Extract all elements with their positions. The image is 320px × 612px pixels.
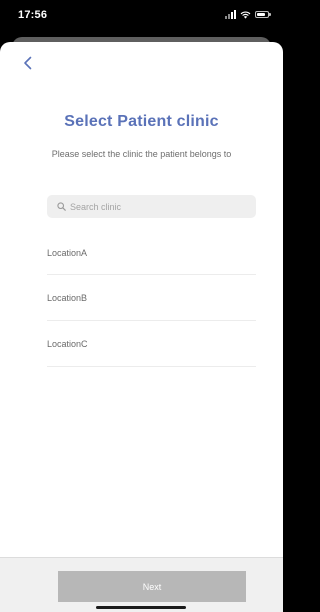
page-title: Select Patient clinic xyxy=(64,113,219,130)
status-icons xyxy=(225,9,271,20)
back-button[interactable] xyxy=(17,54,37,76)
clinic-item-location-c[interactable]: LocationC xyxy=(47,321,256,367)
clinic-item-location-a[interactable]: LocationA xyxy=(47,231,256,275)
status-bar: 17:56 xyxy=(0,0,283,36)
clinic-list: LocationA LocationB LocationC xyxy=(47,231,256,367)
search-input[interactable] xyxy=(70,197,240,216)
wifi-icon xyxy=(240,11,251,19)
footer-bar: Next xyxy=(0,557,283,612)
next-button[interactable]: Next xyxy=(58,571,246,602)
modal-sheet: Select Patient clinic Please select the … xyxy=(0,42,283,612)
app-screen: 17:56 Select Patient clinic Please selec… xyxy=(0,0,283,612)
page-subtitle: Please select the clinic the patient bel… xyxy=(51,149,232,159)
battery-icon xyxy=(255,11,271,18)
home-indicator xyxy=(96,606,186,609)
status-time: 17:56 xyxy=(18,9,48,21)
clinic-item-location-b[interactable]: LocationB xyxy=(47,275,256,321)
search-field[interactable] xyxy=(47,195,256,218)
cellular-signal-icon xyxy=(225,10,236,19)
search-icon xyxy=(57,202,66,211)
chevron-left-icon xyxy=(23,56,32,75)
